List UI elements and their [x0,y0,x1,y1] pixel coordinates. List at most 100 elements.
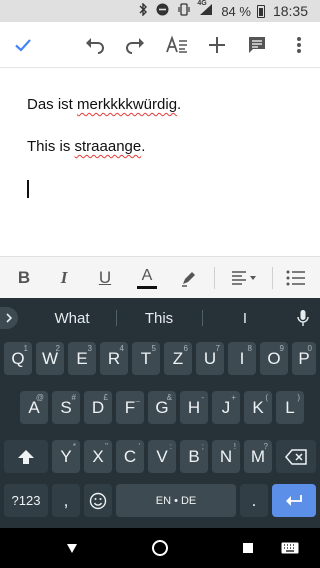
key-hint: - [201,393,204,402]
key-k[interactable]: K( [244,391,272,424]
suggestion-strip: What This I [0,298,320,338]
align-button[interactable] [222,257,266,299]
key-hint: _ [135,393,140,402]
key-y[interactable]: Y * [52,440,80,473]
key-z[interactable]: Z6 [164,342,192,375]
more-options-button[interactable] [282,28,316,62]
keyboard-icon [281,542,299,554]
comma-key[interactable]: , [52,484,80,517]
document-line-2: This is straaange. [27,138,145,155]
network-type: 4G [197,0,207,7]
italic-label: I [60,268,68,287]
key-d[interactable]: D £ [84,391,112,424]
home-button[interactable] [148,536,172,560]
done-check-button[interactable] [6,28,40,62]
overview-square-icon [243,543,253,553]
key-label: R [107,348,121,368]
line-text: . [177,96,182,113]
bold-button[interactable]: B [8,257,40,299]
key-hint: 9 [279,344,284,353]
key-w[interactable]: W2 [36,342,64,375]
key-hint: " [105,442,108,451]
underline-label: U [98,268,112,287]
suggestion-2[interactable]: This [117,298,201,338]
underline-button[interactable]: U [89,257,121,299]
key-j[interactable]: J + [212,391,240,424]
bullet-list-button[interactable] [280,257,312,299]
key-a[interactable]: A @ [20,391,48,424]
voice-input-button[interactable] [292,307,314,329]
key-label: . [251,490,257,510]
key-c[interactable]: C ' [116,440,144,473]
text-color-label: A [141,266,153,284]
insert-button[interactable] [200,28,234,62]
key-t[interactable]: T5 [132,342,160,375]
highlight-button[interactable] [172,257,206,299]
key-f[interactable]: F _ [116,391,144,424]
key-label: N [219,446,233,466]
overview-button[interactable] [236,536,260,560]
vibrate-icon [177,3,191,19]
key-label: , [63,490,69,510]
highlighter-icon [182,272,195,287]
key-label: X [92,446,104,466]
symbols-key[interactable]: ?123 [4,484,48,517]
keyboard: What This I Q1 W2 E3 R4 T5 Z6 U7 I8 O9 P… [0,298,320,528]
key-o[interactable]: O9 [260,342,288,375]
text-color-swatch [137,285,157,289]
key-label: Z [172,348,184,368]
suggestion-3[interactable]: I [203,298,287,338]
bluetooth-icon [138,2,148,19]
key-hint: ! [233,442,236,451]
comment-icon [249,37,265,53]
redo-icon [126,38,144,54]
key-h[interactable]: H- [180,391,208,424]
key-hint: 4 [119,344,124,353]
shift-key[interactable] [4,440,48,473]
misspelled-word[interactable]: merkkkkwürdig [77,96,177,113]
key-l[interactable]: L) [276,391,304,424]
key-b[interactable]: B; [180,440,208,473]
expand-toolbar-button[interactable] [0,307,18,329]
back-triangle-icon [67,544,77,553]
key-x[interactable]: X " [84,440,112,473]
italic-button[interactable]: I [48,257,80,299]
redo-button[interactable] [118,28,152,62]
suggestion-1[interactable]: What [28,298,116,338]
key-hint: & [166,393,172,402]
key-hint: 7 [215,344,220,353]
key-i[interactable]: I8 [228,342,256,375]
line-text: This is [27,138,75,155]
backspace-key[interactable] [276,440,316,473]
keyboard-switch-button[interactable] [278,536,302,560]
key-s[interactable]: S # [52,391,80,424]
text-format-button[interactable] [160,28,194,62]
emoji-key[interactable] [84,484,112,517]
key-u[interactable]: U7 [196,342,224,375]
document-body[interactable]: Das ist merkkkkwürdig. This is straaange… [0,68,320,256]
text-color-button[interactable]: A [130,257,164,299]
bullet-list-icon [286,270,305,286]
key-p[interactable]: P0 [292,342,316,375]
key-hint: ? [263,442,268,451]
key-q[interactable]: Q1 [4,342,32,375]
key-label: B [188,446,200,466]
undo-button[interactable] [78,28,112,62]
key-n[interactable]: N! [212,440,240,473]
key-g[interactable]: G & [148,391,176,424]
key-e[interactable]: E3 [68,342,96,375]
key-r[interactable]: R4 [100,342,128,375]
comment-button[interactable] [240,28,274,62]
more-vert-icon [297,37,301,53]
enter-key[interactable] [272,484,316,517]
bold-label: B [17,268,31,287]
spacebar[interactable]: EN • DE [116,484,236,517]
clock: 18:35 [272,3,308,19]
period-key[interactable]: . [240,484,268,517]
key-label: H [187,397,201,417]
back-button[interactable] [60,536,84,560]
undo-icon [86,38,104,54]
misspelled-word[interactable]: straaange [75,138,142,155]
key-m[interactable]: M? [244,440,272,473]
key-v[interactable]: V: [148,440,176,473]
